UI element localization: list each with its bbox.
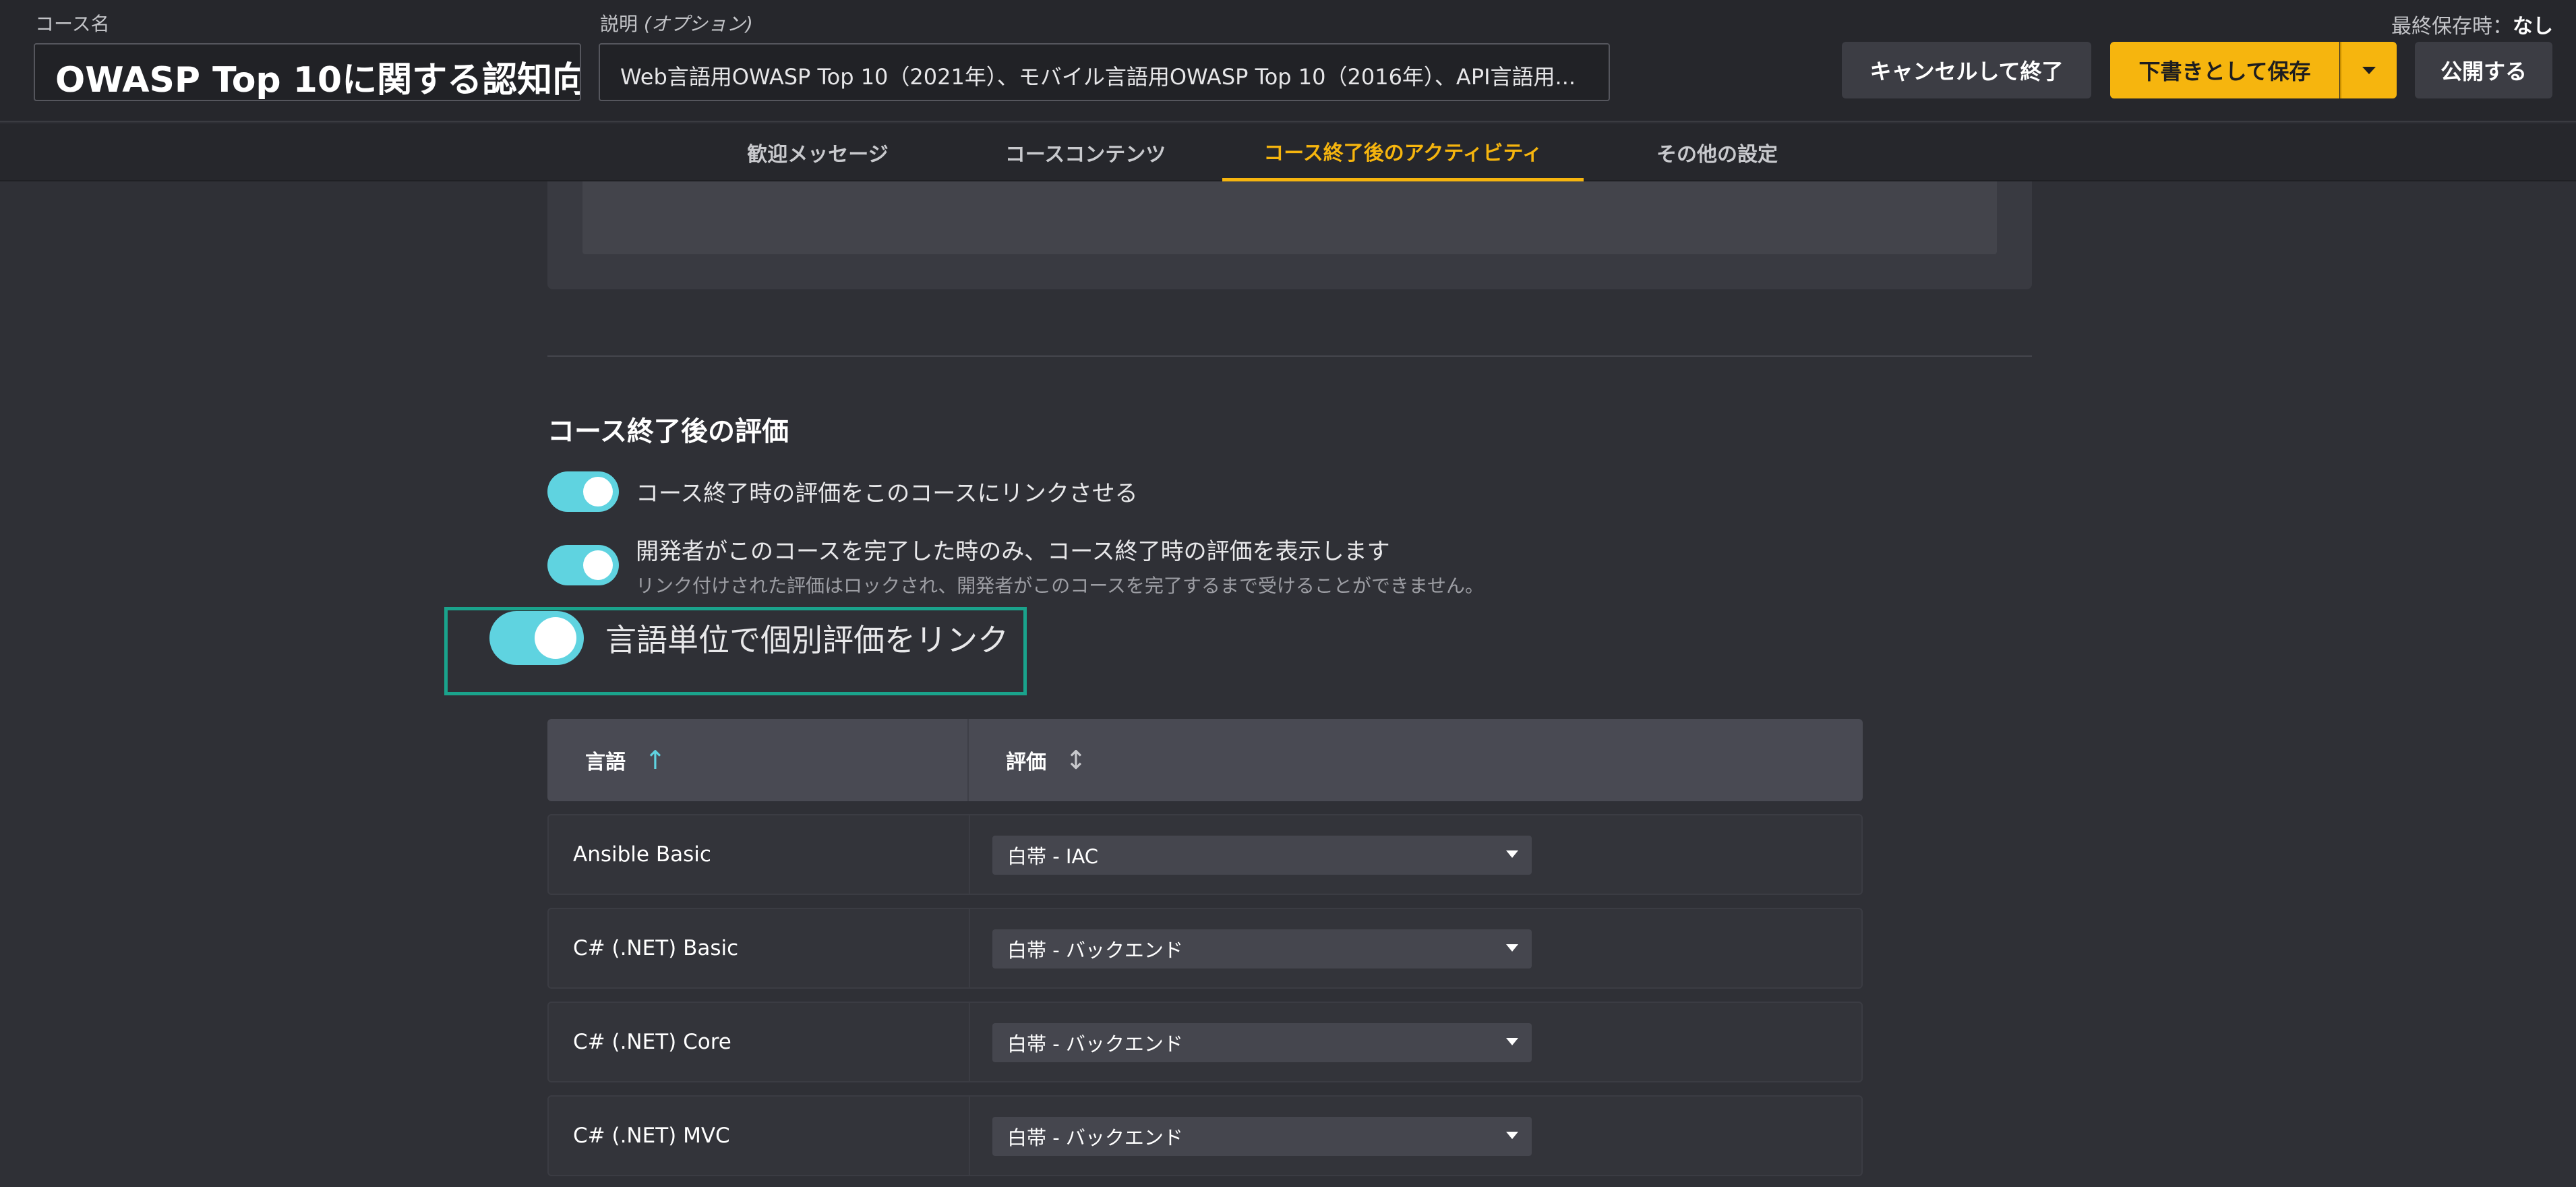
last-saved-status: 最終保存時：なし [2391,9,2553,39]
assessment-select-value: 白帯 - バックエンド [1007,1126,1183,1149]
column-divider [969,909,970,987]
toggle-knob [583,550,613,580]
save-draft-button[interactable]: 下書きとして保存 [2110,42,2339,98]
tab-bar: 歓迎メッセージ コースコンテンツ コース終了後のアクティビティ その他の設定 [0,123,2576,181]
table-row: Ansible Basic 白帯 - IAC [547,814,1863,895]
table-row: C# (.NET) Basic 白帯 - バックエンド [547,908,1863,989]
last-saved-label: 最終保存時： [2391,15,2513,38]
save-options-dropdown-button[interactable] [2340,42,2397,98]
caret-down-icon [1506,850,1518,858]
sort-ascending-icon[interactable]: ↑ [645,745,666,775]
link-per-language-assessment-label: 言語単位で個別評価をリンク [605,622,1009,658]
assessment-select[interactable]: 白帯 - IAC [992,836,1532,875]
row-language: C# (.NET) Core [573,1030,731,1054]
toggle-knob [583,477,613,506]
post-course-assessment-title: コース終了後の評価 [547,416,789,447]
section-divider [547,355,2032,357]
tab-welcome-message[interactable]: 歓迎メッセージ [728,123,907,181]
chevron-down-icon [2362,66,2376,74]
course-name-label: コース名 [35,13,110,35]
toggle-knob [535,617,576,659]
column-divider [969,815,970,894]
description-label-text: 説明 [600,13,638,35]
previous-section-inner [582,181,1997,254]
link-per-language-assessment-toggle[interactable] [489,611,584,665]
column-header-language[interactable]: 言語 ↑ [585,719,666,801]
show-assessment-on-completion-help: リンク付けされた評価はロックされ、開発者がこのコースを完了するまで受けることがで… [636,575,1485,597]
row-language: C# (.NET) MVC [573,1124,730,1148]
assessment-select[interactable]: 白帯 - バックエンド [992,1117,1532,1156]
description-label: 説明 (オプション) [600,9,753,36]
previous-section-card [547,181,2032,289]
caret-down-icon [1506,1038,1518,1045]
show-assessment-on-completion-toggle[interactable] [547,545,619,585]
description-optional-label: (オプション) [643,13,753,35]
caret-down-icon [1506,944,1518,952]
assessment-select[interactable]: 白帯 - バックエンド [992,929,1532,968]
table-row: C# (.NET) MVC 白帯 - バックエンド [547,1095,1863,1176]
course-name-input[interactable]: OWASP Top 10に関する認知向... [34,43,581,101]
tab-course-content[interactable]: コースコンテンツ [984,123,1187,181]
sort-icon[interactable]: ↕ [1065,745,1087,775]
column-divider [969,1003,970,1081]
assessment-select-value: 白帯 - バックエンド [1007,1033,1183,1055]
column-divider [967,719,969,801]
assessment-select[interactable]: 白帯 - バックエンド [992,1023,1532,1062]
tab-post-course-activities[interactable]: コース終了後のアクティビティ [1222,123,1584,181]
assessment-select-value: 白帯 - バックエンド [1007,939,1183,962]
show-assessment-on-completion-label: 開発者がこのコースを完了した時のみ、コース終了時の評価を表示します [636,538,1390,565]
assessment-select-value: 白帯 - IAC [1007,845,1099,868]
table-row: C# (.NET) Core 白帯 - バックエンド [547,1002,1863,1082]
column-header-language-label: 言語 [585,751,626,774]
column-divider [969,1097,970,1175]
tab-other-settings[interactable]: その他の設定 [1638,123,1796,181]
column-header-assessment-label: 評価 [1006,751,1046,774]
description-input[interactable]: Web言語用OWASP Top 10（2021年）、モバイル言語用OWASP T… [599,43,1610,101]
editor-header: コース名 OWASP Top 10に関する認知向... 説明 (オプション) W… [0,0,2576,122]
link-assessment-label: コース終了時の評価をこのコースにリンクさせる [636,480,1138,507]
link-assessment-toggle[interactable] [547,471,619,512]
language-assessment-table-header: 言語 ↑ 評価 ↕ [547,719,1863,801]
row-language: C# (.NET) Basic [573,936,739,960]
column-header-assessment[interactable]: 評価 ↕ [1006,719,1087,801]
last-saved-value: なし [2513,15,2553,38]
cancel-and-exit-button[interactable]: キャンセルして終了 [1842,42,2091,98]
caret-down-icon [1506,1132,1518,1139]
publish-button[interactable]: 公開する [2415,42,2552,98]
row-language: Ansible Basic [573,842,711,867]
